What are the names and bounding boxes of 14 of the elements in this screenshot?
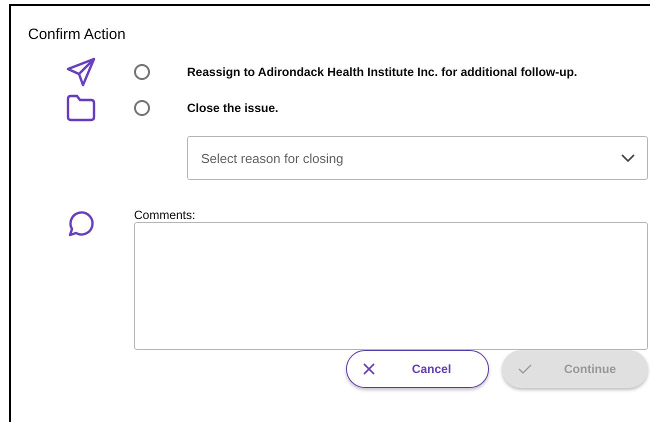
checkmark-icon	[518, 364, 532, 374]
send-icon	[65, 56, 97, 88]
radio-button[interactable]	[134, 64, 150, 80]
chevron-down-icon	[621, 154, 635, 162]
option-label: Reassign to Adirondack Health Institute Inc. for additional follow-up.	[187, 64, 578, 81]
comments-label: Comments:	[134, 208, 196, 222]
comments-field[interactable]	[134, 222, 648, 350]
close-icon	[363, 363, 375, 375]
folder-icon	[65, 94, 97, 122]
option-label: Close the issue.	[187, 100, 280, 117]
radio-button[interactable]	[134, 100, 150, 116]
cancel-button[interactable]: Cancel	[346, 350, 489, 388]
dialog-title: Confirm Action	[28, 25, 127, 45]
reason-dropdown[interactable]: Select reason for closing	[187, 136, 648, 180]
